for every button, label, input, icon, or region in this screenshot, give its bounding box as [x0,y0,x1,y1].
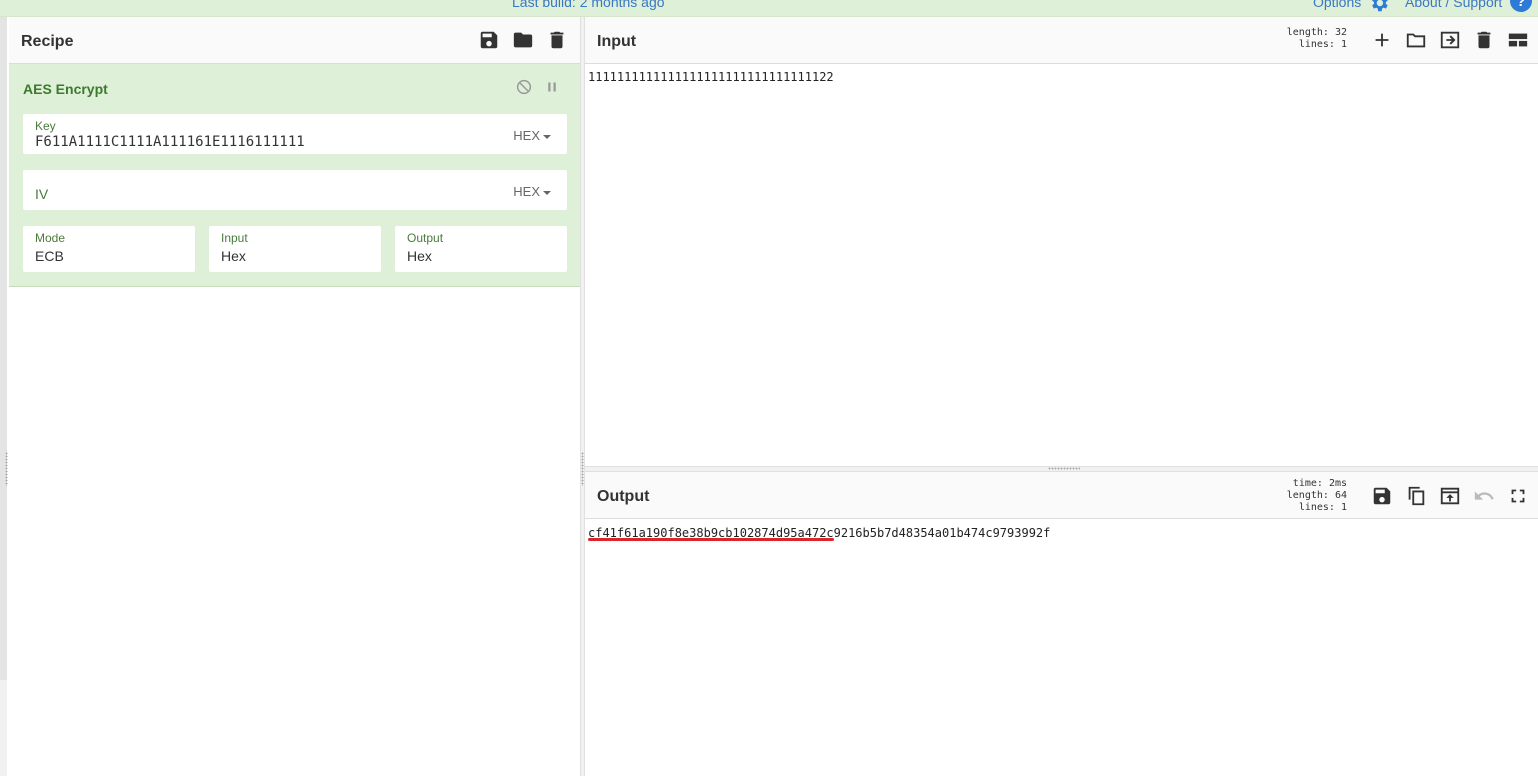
input-title: Input [597,33,637,50]
recipe-header: Recipe [9,17,580,64]
chevron-down-icon [543,190,551,195]
vertical-resize-handle[interactable] [581,452,584,486]
mode-value: ECB [35,248,64,264]
input-length-value: 32 [1334,27,1347,38]
input-header: Input length: 32 lines: 1 [585,17,1538,64]
key-format-label: HEX [513,128,540,143]
input-panel: Input length: 32 lines: 1 11111111111111… [585,17,1538,466]
options-link[interactable]: Options [1313,0,1361,10]
trash-icon[interactable] [546,29,568,51]
output-length-label: length: [1286,490,1329,501]
input-lines-value: 1 [1340,39,1347,50]
output-format-label: Output [407,231,444,245]
input-length-label: length: [1286,27,1329,38]
output-panel: Output time: 2ms length: 64 lines: 1 cf4… [585,472,1538,776]
red-highlight-underline [588,538,834,541]
folder-icon[interactable] [1405,29,1427,51]
trash-icon[interactable] [1473,29,1495,51]
output-time-label: time: [1292,478,1323,489]
input-lines-label: lines: [1298,39,1335,50]
left-gutter-lower [0,680,7,776]
iv-placeholder: IV [35,186,49,202]
key-field[interactable]: Key F611A1111C1111A111161E1116111111 HEX [23,114,567,154]
input-format-select[interactable]: Input Hex [209,226,381,272]
output-length-value: 64 [1334,490,1347,501]
top-banner: Last build: 2 months ago Options About /… [0,0,1538,17]
iv-format-dropdown[interactable]: HEX [513,184,551,199]
output-lines-value: 1 [1340,502,1347,513]
recipe-title: Recipe [21,33,74,50]
insert-icon[interactable] [1439,29,1461,51]
about-support-link[interactable]: About / Support [1405,0,1502,10]
iv-field[interactable]: IV HEX [23,170,567,210]
help-icon[interactable]: ? [1510,0,1532,12]
output-format-select[interactable]: Output Hex [395,226,567,272]
recipe-panel: Recipe AES Encrypt Key F611A1111C1111A11… [9,17,580,776]
input-format-value: Hex [221,248,246,264]
layout-icon[interactable] [1507,29,1529,51]
save-icon[interactable] [1371,485,1393,507]
save-icon[interactable] [478,29,500,51]
copy-icon[interactable] [1405,485,1427,507]
output-format-value: Hex [407,248,432,264]
input-format-label: Input [221,231,248,245]
key-label: Key [35,119,56,133]
output-header: Output time: 2ms length: 64 lines: 1 [585,472,1538,519]
undo-icon[interactable] [1473,485,1495,507]
input-stats: length: 32 lines: 1 [1273,27,1347,51]
iv-format-label: HEX [513,184,540,199]
fullscreen-icon[interactable] [1507,485,1529,507]
input-textarea[interactable]: 1111111111111111111111111111111122 [588,70,834,84]
folder-icon[interactable] [512,29,534,51]
last-build-text: Last build: 2 months ago [512,0,665,10]
output-stats: time: 2ms length: 64 lines: 1 [1265,478,1347,514]
aes-encrypt-operation[interactable]: AES Encrypt Key F611A1111C1111A111161E11… [9,64,580,287]
pause-icon[interactable] [543,78,561,96]
plus-icon[interactable] [1371,29,1393,51]
key-format-dropdown[interactable]: HEX [513,128,551,143]
mode-select[interactable]: Mode ECB [23,226,195,272]
left-gutter [0,17,7,680]
key-value[interactable]: F611A1111C1111A111161E1116111111 [35,134,305,150]
gear-icon[interactable] [1368,0,1390,14]
output-lines-label: lines: [1298,502,1335,513]
disable-icon[interactable] [515,78,533,96]
horizontal-resize-handle[interactable] [1048,467,1080,470]
output-time-value: 2ms [1328,478,1347,489]
left-resize-handle[interactable] [5,452,8,486]
mode-label: Mode [35,231,66,245]
replace-input-icon[interactable] [1439,485,1461,507]
output-title: Output [597,488,650,505]
operation-title: AES Encrypt [23,81,108,97]
chevron-down-icon [543,134,551,139]
